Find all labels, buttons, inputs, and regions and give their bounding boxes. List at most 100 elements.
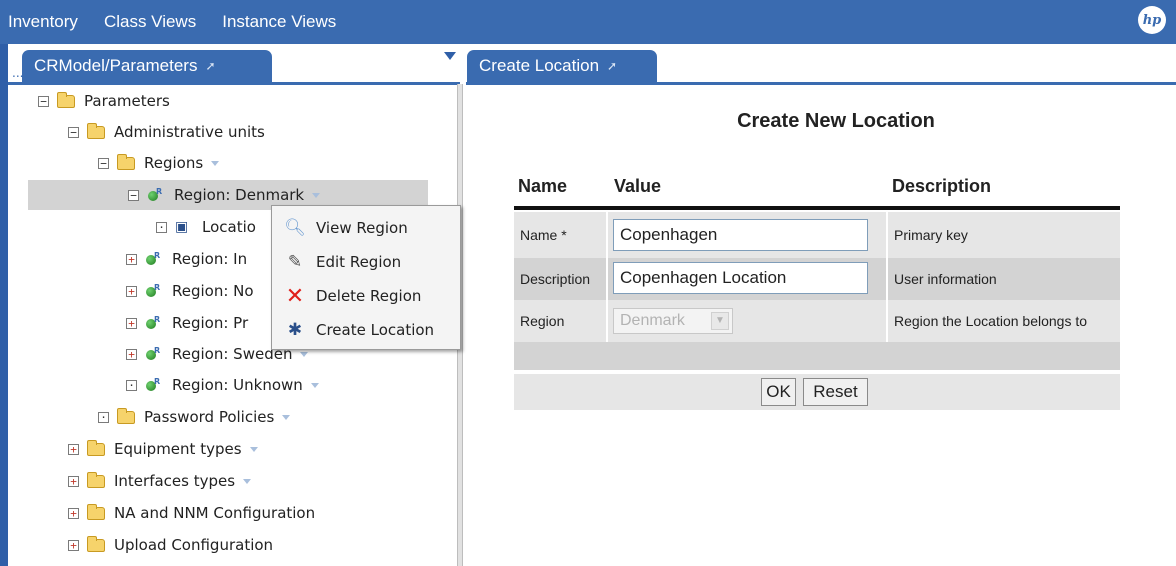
node-menu-arrow-icon[interactable] xyxy=(312,192,321,198)
tree-node-equipment-types[interactable]: + Equipment types xyxy=(68,436,258,462)
form-title: Create New Location xyxy=(737,110,935,132)
expand-icon[interactable]: + xyxy=(68,475,79,487)
tree-node-label: Interfaces types xyxy=(114,472,236,490)
tab-create-location[interactable]: Create Location ➚ xyxy=(467,50,657,82)
delete-x-icon: ✕ xyxy=(285,283,305,309)
tree-node-password-policies[interactable]: · Password Policies xyxy=(98,404,291,430)
nav-instance-views[interactable]: Instance Views xyxy=(222,12,336,32)
tree-node-administrative-units[interactable]: − Administrative units xyxy=(68,119,265,145)
edit-icon: ✎ xyxy=(287,252,303,272)
folder-icon xyxy=(87,122,105,139)
expand-icon[interactable]: + xyxy=(126,253,137,265)
region-icon: R xyxy=(145,283,163,299)
row-label: Region xyxy=(520,313,565,329)
node-menu-arrow-icon[interactable] xyxy=(249,446,258,452)
tree-node-label: Region: Pr xyxy=(172,314,249,332)
column-header-description: Description xyxy=(892,176,992,196)
expand-icon[interactable]: + xyxy=(68,539,79,551)
menu-item-edit-region[interactable]: ✎ Edit Region xyxy=(272,246,460,278)
tree-node-label: Region: No xyxy=(172,282,254,300)
tree-node-label: Regions xyxy=(144,154,204,172)
column-header-name: Name xyxy=(518,176,568,196)
tree-node-regions[interactable]: − Regions xyxy=(98,150,220,176)
region-context-menu: 🔍︎ View Region ✎ Edit Region ✕ Delete Re… xyxy=(271,205,461,350)
left-tab-underline xyxy=(8,82,460,85)
node-menu-arrow-icon[interactable] xyxy=(310,382,319,388)
nav-inventory[interactable]: Inventory xyxy=(8,12,78,32)
right-tab-underline xyxy=(466,82,1176,85)
tree-node-region-no[interactable]: + R Region: No xyxy=(126,278,254,304)
description-input[interactable]: Copenhagen Location xyxy=(613,262,868,294)
row-label: Name * xyxy=(520,227,567,243)
region-select-value: Denmark xyxy=(620,312,685,329)
tree-node-region-unknown[interactable]: · R Region: Unknown xyxy=(126,372,319,398)
region-select[interactable]: Denmark ▼ xyxy=(613,308,733,334)
menu-item-label: Edit Region xyxy=(316,253,402,271)
menu-item-label: View Region xyxy=(316,219,408,237)
region-icon: R xyxy=(147,187,165,203)
tree-node-na-nnm-configuration[interactable]: + NA and NNM Configuration xyxy=(68,500,315,526)
tree-node-label: Locatio xyxy=(202,218,256,236)
node-menu-arrow-icon[interactable] xyxy=(300,351,309,357)
nav-class-views[interactable]: Class Views xyxy=(104,12,196,32)
tree-node-label: Region: Denmark xyxy=(174,186,305,204)
menu-item-delete-region[interactable]: ✕ Delete Region xyxy=(272,280,460,312)
collapse-icon[interactable]: − xyxy=(68,126,79,138)
folder-icon xyxy=(87,439,105,456)
tree-node-interfaces-types[interactable]: + Interfaces types xyxy=(68,468,252,494)
tree-node-label: Region: In xyxy=(172,250,248,268)
menu-item-create-location[interactable]: ✱ Create Location xyxy=(272,314,460,346)
tree-node-region-pr[interactable]: + R Region: Pr xyxy=(126,310,248,336)
expand-icon[interactable]: + xyxy=(126,348,137,360)
name-input[interactable]: Copenhagen xyxy=(613,219,868,251)
leaf-box-icon: · xyxy=(98,411,109,423)
row-description: Region the Location belongs to xyxy=(894,313,1088,329)
tree-node-label: Upload Configuration xyxy=(114,536,274,554)
folder-icon xyxy=(117,407,135,424)
region-icon: R xyxy=(145,346,163,362)
tree-node-upload-configuration[interactable]: + Upload Configuration xyxy=(68,532,273,558)
pin-icon[interactable]: ➚ xyxy=(205,59,215,73)
tree-node-label: Region: Unknown xyxy=(172,376,303,394)
left-edge-stripe xyxy=(0,44,8,566)
create-location-icon: ✱ xyxy=(287,320,303,340)
header-underline xyxy=(514,206,1120,210)
tab-crmodel-parameters[interactable]: CRModel/Parameters ➚ xyxy=(22,50,272,82)
expand-icon[interactable]: + xyxy=(126,317,137,329)
node-menu-arrow-icon[interactable] xyxy=(211,160,220,166)
panel-dropdown-arrow-icon[interactable] xyxy=(444,52,456,60)
expand-icon[interactable]: + xyxy=(68,443,79,455)
folder-icon xyxy=(87,535,105,552)
form-spacer-row xyxy=(514,342,1120,370)
tab-crmodel-parameters-label: CRModel/Parameters xyxy=(34,56,198,75)
expand-icon[interactable]: + xyxy=(68,507,79,519)
pin-icon[interactable]: ➚ xyxy=(607,59,617,73)
node-menu-arrow-icon[interactable] xyxy=(282,414,291,420)
magnifier-icon: 🔍︎ xyxy=(284,218,306,238)
collapse-icon[interactable]: − xyxy=(38,95,49,107)
tree-node-parameters[interactable]: − Parameters xyxy=(38,88,170,114)
collapse-icon[interactable]: − xyxy=(128,189,139,201)
tree-node-region-in[interactable]: + R Region: In xyxy=(126,246,247,272)
menu-item-label: Delete Region xyxy=(316,287,422,305)
row-label: Description xyxy=(520,271,591,287)
tree-node-label: Password Policies xyxy=(144,408,275,426)
tree-node-location[interactable]: · ▣ Locatio xyxy=(156,214,256,240)
column-header-value: Value xyxy=(614,176,662,196)
folder-icon xyxy=(87,471,105,488)
menu-item-label: Create Location xyxy=(316,321,435,339)
form-row-region: Region Region the Location belongs to xyxy=(514,300,1120,342)
region-icon: R xyxy=(145,251,163,267)
folder-icon xyxy=(87,503,105,520)
menu-item-view-region[interactable]: 🔍︎ View Region xyxy=(272,212,460,244)
row-description: Primary key xyxy=(894,227,968,243)
ok-button[interactable]: OK xyxy=(761,378,796,406)
expand-icon[interactable]: + xyxy=(126,285,137,297)
row-description: User information xyxy=(894,271,997,287)
top-nav: Inventory Class Views Instance Views xyxy=(8,0,362,44)
tab-create-location-label: Create Location xyxy=(479,56,600,75)
folder-icon xyxy=(57,91,75,108)
reset-button[interactable]: Reset xyxy=(803,378,868,406)
node-menu-arrow-icon[interactable] xyxy=(243,478,252,484)
collapse-icon[interactable]: − xyxy=(98,157,109,169)
